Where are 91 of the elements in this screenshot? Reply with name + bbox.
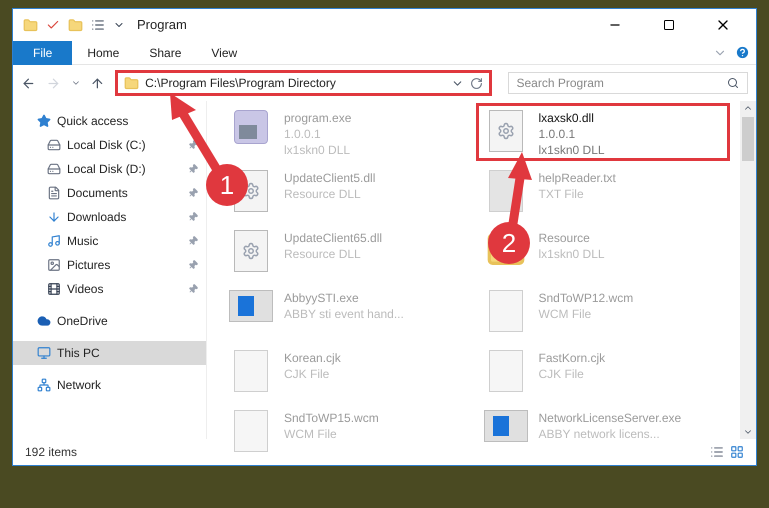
folder-icon — [68, 18, 83, 32]
nav-label: Downloads — [67, 209, 128, 226]
drive-icon — [47, 162, 61, 176]
nav-item[interactable]: Quick access — [13, 109, 206, 133]
file-detail: lx1skn0 DLL — [538, 142, 605, 158]
search-icon — [727, 77, 739, 89]
file-name: SndToWP12.wcm — [538, 290, 634, 306]
nav-item[interactable]: Local Disk (C:) — [13, 133, 206, 157]
nav-label: Pictures — [67, 257, 112, 274]
nav-item[interactable]: Documents — [13, 181, 206, 205]
star-icon — [37, 114, 51, 128]
blank-file-icon — [488, 290, 522, 332]
window-icon — [484, 410, 528, 442]
nav-label: Documents — [67, 185, 129, 202]
folder-icon — [23, 18, 38, 32]
file-name: FastKorn.cjk — [538, 350, 606, 366]
nav-item[interactable]: Videos — [13, 277, 206, 301]
maximize-icon — [663, 19, 675, 31]
blank-file-icon — [488, 350, 522, 392]
file-detail: 1.0.0.1 — [538, 126, 576, 142]
nav-label: Local Disk (D:) — [67, 161, 147, 178]
network-icon — [37, 378, 51, 392]
nav-item[interactable]: Downloads — [13, 205, 206, 229]
music-note-icon — [47, 234, 61, 248]
ribbon-tab[interactable]: View — [196, 40, 252, 64]
window-icon — [229, 290, 273, 322]
blank-file-icon — [234, 410, 268, 452]
scrollbar-thumb[interactable] — [742, 117, 754, 161]
ribbon-tab[interactable]: Home — [72, 40, 134, 64]
help-icon[interactable] — [735, 45, 750, 60]
window-title: Program — [137, 16, 187, 34]
item-count: 192 items — [25, 444, 78, 461]
file-detail: Resource DLL — [284, 246, 362, 262]
nav-label: Network — [57, 377, 102, 394]
refresh-icon[interactable] — [470, 76, 482, 90]
film-icon — [47, 282, 61, 296]
nav-item[interactable]: OneDrive — [13, 309, 206, 333]
folder-icon — [124, 76, 140, 90]
details-view-icon[interactable] — [710, 445, 724, 459]
file-name: NetworkLicenseServer.exe — [538, 410, 682, 426]
picture-icon — [47, 258, 61, 272]
file-detail: ABBY network licens... — [538, 426, 661, 442]
document-icon — [47, 186, 61, 200]
nav-label: Music — [67, 233, 100, 250]
down-arrow-icon — [47, 210, 61, 224]
scrollbar[interactable] — [740, 101, 756, 439]
drive-icon — [47, 138, 61, 152]
nav-label: Videos — [67, 281, 104, 298]
search-input[interactable]: Search Program — [516, 74, 727, 92]
file-detail: WCM File — [284, 426, 338, 442]
nav-label: Local Disk (C:) — [67, 137, 147, 154]
nav-item[interactable]: Local Disk (D:) — [13, 157, 206, 181]
file-name: program.exe — [284, 110, 352, 126]
nav-label: OneDrive — [57, 313, 109, 330]
ribbon-tab[interactable]: Share — [134, 40, 196, 64]
back-icon[interactable] — [21, 76, 36, 90]
tiles-view-icon[interactable] — [730, 445, 744, 459]
monitor-icon — [37, 346, 51, 360]
gear-file-icon — [234, 230, 268, 272]
file-name: Resource — [538, 230, 591, 246]
file-name: AbbyySTI.exe — [284, 290, 360, 306]
gear-file-icon — [488, 110, 522, 152]
file-detail: CJK File — [284, 366, 330, 382]
program-icon — [234, 110, 268, 144]
file-detail: Resource DLL — [284, 186, 362, 202]
file-detail: ABBY sti event hand... — [284, 306, 404, 322]
file-name: UpdateClient65.dll — [284, 230, 382, 246]
blank-file-icon — [234, 350, 268, 392]
nav-label: Quick access — [57, 113, 130, 130]
address-path: C:\Program Files\Program Directory — [145, 75, 337, 92]
nav-item[interactable]: Network — [13, 373, 206, 397]
file-name: UpdateClient5.dll — [284, 170, 376, 186]
search-field[interactable]: Search Program — [508, 72, 748, 94]
cloud-icon — [37, 314, 51, 328]
file-name: lxaxsk0.dll — [538, 110, 595, 126]
file-name: Korean.cjk — [284, 350, 341, 366]
file-detail: WCM File — [538, 306, 592, 322]
file-detail: CJK File — [538, 366, 585, 382]
file-name: SndToWP15.wcm — [284, 410, 379, 426]
address-bar[interactable]: C:\Program Files\Program Directory — [115, 70, 492, 96]
file-detail: lx1skn0 DLL — [538, 246, 605, 262]
file-name: helpReader.txt — [538, 170, 616, 186]
nav-label: This PC — [57, 345, 101, 362]
file-detail: lx1skn0 DLL — [284, 142, 352, 158]
ribbon-tab[interactable]: File — [13, 40, 72, 64]
nav-item[interactable]: Pictures — [13, 253, 206, 277]
nav-item[interactable]: This PC — [13, 341, 206, 365]
properties-icon — [91, 18, 105, 32]
nav-item[interactable]: Music — [13, 229, 206, 253]
file-detail: TXT File — [538, 186, 585, 202]
file-detail: 1.0.0.1 — [284, 126, 322, 142]
